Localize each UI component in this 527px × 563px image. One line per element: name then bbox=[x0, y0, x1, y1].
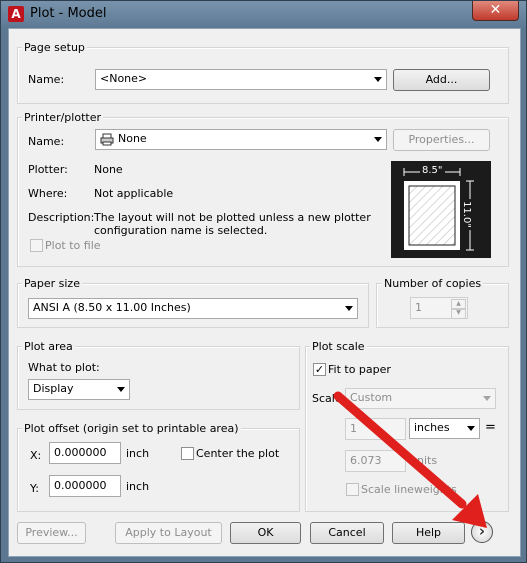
annotation-arrow-icon bbox=[333, 391, 487, 528]
